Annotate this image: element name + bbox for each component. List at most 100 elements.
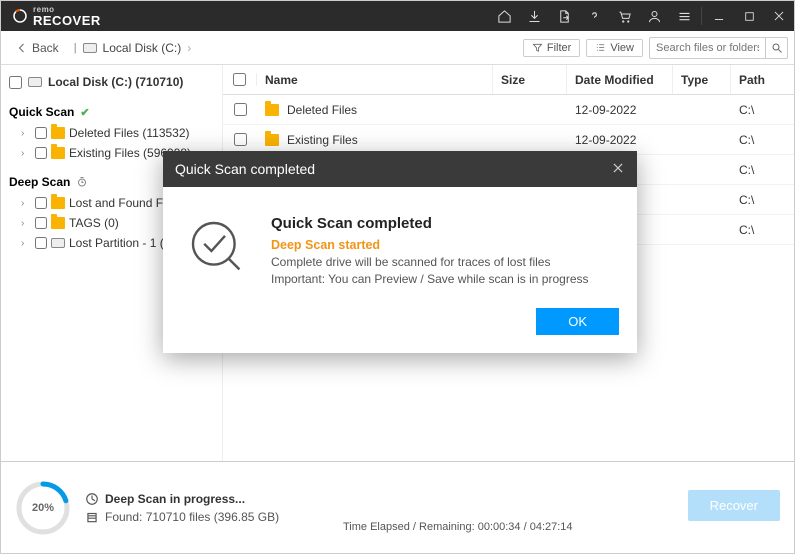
time-value: 00:00:34 / 04:27:14 <box>478 521 573 533</box>
tree-item-deleted-files[interactable]: › Deleted Files (113532) <box>7 123 216 143</box>
expand-icon[interactable]: › <box>21 218 31 229</box>
app-logo: remo RECOVER <box>1 6 111 27</box>
filter-button[interactable]: Filter <box>523 39 580 57</box>
item-checkbox[interactable] <box>35 197 47 209</box>
status-footer: 20% Deep Scan in progress... Found: 7107… <box>1 461 794 553</box>
expand-icon[interactable]: › <box>21 238 31 249</box>
search-icon <box>771 42 783 54</box>
cart-icon[interactable] <box>609 1 639 31</box>
tree-item-label: TAGS (0) <box>69 216 119 230</box>
cell-name: Existing Files <box>287 133 358 147</box>
help-icon[interactable] <box>579 1 609 31</box>
search-button[interactable] <box>765 37 787 59</box>
back-arrow-icon <box>16 42 28 54</box>
user-icon[interactable] <box>639 1 669 31</box>
cell-name: Deleted Files <box>287 103 357 117</box>
cell-path: C:\ <box>731 133 762 147</box>
window-maximize[interactable] <box>734 1 764 31</box>
col-name[interactable]: Name <box>257 65 493 94</box>
item-checkbox[interactable] <box>35 237 47 249</box>
ok-button[interactable]: OK <box>536 308 619 335</box>
tree-item-label: Deleted Files (113532) <box>69 126 190 140</box>
home-icon[interactable] <box>489 1 519 31</box>
modal-close-icon[interactable] <box>611 161 625 178</box>
progress-ring: 20% <box>15 480 71 536</box>
export-icon[interactable] <box>549 1 579 31</box>
tree-item-label: Lost Partition - 1 () <box>69 236 168 250</box>
logo-icon <box>11 7 29 25</box>
checkmark-icon <box>185 215 249 286</box>
found-line: Found: 710710 files (396.85 GB) <box>105 510 279 524</box>
status-line: Deep Scan in progress... <box>105 492 245 506</box>
deep-scan-label: Deep Scan <box>9 175 70 189</box>
recover-button[interactable]: Recover <box>688 490 780 521</box>
select-all-checkbox[interactable] <box>233 73 246 86</box>
item-checkbox[interactable] <box>35 217 47 229</box>
tree-root[interactable]: Local Disk (C:) (710710) <box>7 71 216 93</box>
modal-line: Complete drive will be scanned for trace… <box>271 255 589 269</box>
chevron-right-icon: › <box>187 41 191 55</box>
modal-heading: Quick Scan completed <box>271 215 589 232</box>
cell-date: 12-09-2022 <box>567 103 673 117</box>
back-label: Back <box>32 41 59 55</box>
quick-scan-label: Quick Scan <box>9 105 74 119</box>
back-button[interactable]: Back <box>7 37 68 59</box>
root-label: Local Disk (C:) (710710) <box>48 75 183 89</box>
search-wrap <box>649 37 788 59</box>
download-icon[interactable] <box>519 1 549 31</box>
col-date[interactable]: Date Modified <box>567 65 673 94</box>
root-checkbox[interactable] <box>9 76 22 89</box>
quick-scan-section: Quick Scan ✔ <box>7 101 216 123</box>
check-icon: ✔ <box>80 106 89 119</box>
cell-path: C:\ <box>731 163 762 177</box>
expand-icon[interactable]: › <box>21 128 31 139</box>
scan-icon <box>85 492 99 506</box>
item-checkbox[interactable] <box>35 127 47 139</box>
search-input[interactable] <box>650 40 765 56</box>
view-button[interactable]: View <box>586 39 643 57</box>
folder-icon <box>51 197 65 209</box>
breadcrumb[interactable]: Local Disk (C:) › <box>83 41 192 55</box>
expand-icon[interactable]: › <box>21 198 31 209</box>
view-label: View <box>610 42 634 54</box>
row-checkbox[interactable] <box>234 103 247 116</box>
modal-subheading: Deep Scan started <box>271 238 589 252</box>
table-row[interactable]: Deleted Files 12-09-2022 C:\ <box>223 95 794 125</box>
col-path[interactable]: Path <box>731 65 794 94</box>
modal-line: Important: You can Preview / Save while … <box>271 272 589 286</box>
breadcrumb-toolbar: Back | Local Disk (C:) › Filter View <box>1 31 794 65</box>
time-label: Time Elapsed / Remaining: <box>343 521 475 533</box>
disk-icon <box>51 238 65 248</box>
time-info: Time Elapsed / Remaining: 00:00:34 / 04:… <box>343 521 573 533</box>
cell-date: 12-09-2022 <box>567 133 673 147</box>
footer-info: Deep Scan in progress... Found: 710710 f… <box>85 492 279 524</box>
cell-path: C:\ <box>731 193 762 207</box>
window-close[interactable] <box>764 1 794 31</box>
list-icon <box>595 42 606 53</box>
clock-icon <box>76 176 88 188</box>
menu-icon[interactable] <box>669 1 699 31</box>
modal-header: Quick Scan completed <box>163 151 637 187</box>
row-checkbox[interactable] <box>234 133 247 146</box>
modal-title: Quick Scan completed <box>175 161 315 177</box>
files-icon <box>85 510 99 524</box>
brand-name: RECOVER <box>33 13 101 28</box>
col-type[interactable]: Type <box>673 65 731 94</box>
item-checkbox[interactable] <box>35 147 47 159</box>
breadcrumb-location: Local Disk (C:) <box>103 41 182 55</box>
window-titlebar: remo RECOVER <box>1 1 794 31</box>
filter-icon <box>532 42 543 53</box>
folder-icon <box>265 134 279 146</box>
disk-icon <box>28 77 42 87</box>
folder-icon <box>51 147 65 159</box>
cell-path: C:\ <box>731 223 762 237</box>
window-minimize[interactable] <box>704 1 734 31</box>
quick-scan-modal: Quick Scan completed Quick Scan complete… <box>163 151 637 353</box>
disk-icon <box>83 43 97 53</box>
filter-label: Filter <box>547 42 571 54</box>
expand-icon[interactable]: › <box>21 148 31 159</box>
folder-icon <box>51 217 65 229</box>
folder-icon <box>51 127 65 139</box>
col-size[interactable]: Size <box>493 65 567 94</box>
cell-path: C:\ <box>731 103 762 117</box>
